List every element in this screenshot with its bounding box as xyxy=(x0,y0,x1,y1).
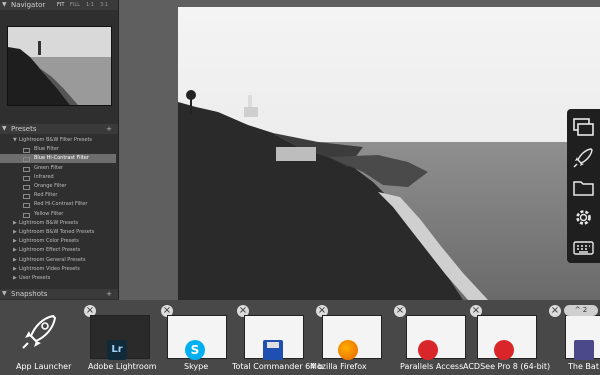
snapshots-title: Snapshots xyxy=(11,290,48,298)
photo-canvas[interactable] xyxy=(178,7,600,300)
floppy-icon xyxy=(263,340,283,360)
task-label: Skype xyxy=(184,362,209,371)
preset-label: Lightroom B&W Toned Presets xyxy=(19,229,95,235)
preset-folder[interactable]: ▶ Lightroom Effect Presets xyxy=(0,246,116,255)
preset-label: Lightroom B&W Presets xyxy=(19,219,79,226)
page-indicator[interactable]: ^ 2 xyxy=(564,305,598,316)
task-label: Adobe Lightroom xyxy=(88,362,157,371)
collapse-triangle-icon[interactable]: ▶ xyxy=(13,219,17,228)
preset-item[interactable]: Orange Filter xyxy=(0,182,116,191)
task-mozilla-firefox[interactable]: × Mozilla Firefox xyxy=(310,300,388,375)
collapse-triangle-icon[interactable]: ▼ xyxy=(2,0,7,10)
skype-icon: S xyxy=(185,340,205,360)
parallels-icon xyxy=(418,340,438,360)
rocket-icon[interactable] xyxy=(571,145,596,170)
preset-icon xyxy=(23,203,30,209)
lightroom-icon: Lr xyxy=(107,340,127,360)
collapse-triangle-icon[interactable]: ▼ xyxy=(2,289,7,299)
preset-folder[interactable]: ▼ Lightroom B&W Filter Presets xyxy=(0,136,116,145)
left-panel: ▼ Navigator FIT FILL 1:1 3:1 ▼ Presets +… xyxy=(0,0,119,300)
collapse-triangle-icon[interactable]: ▼ xyxy=(2,124,7,134)
presets-header[interactable]: ▼ Presets + xyxy=(0,124,118,134)
preset-icon xyxy=(23,212,30,218)
preset-folder[interactable]: ▶ Lightroom General Presets xyxy=(0,256,116,265)
zoom-fill-option[interactable]: FILL xyxy=(70,0,80,10)
add-preset-button[interactable]: + xyxy=(106,124,112,134)
task-parallels-access[interactable]: × Parallels Access xyxy=(392,300,468,375)
preset-item[interactable]: Green Filter xyxy=(0,164,116,173)
preset-folder[interactable]: ▶ Lightroom B&W Presets xyxy=(0,219,116,228)
add-snapshot-button[interactable]: + xyxy=(106,289,112,299)
task-acdsee-pro[interactable]: × ACDSee Pro 8 (64-bit) xyxy=(463,300,550,375)
windows-icon[interactable] xyxy=(571,115,596,140)
close-icon[interactable]: × xyxy=(549,305,561,317)
task-adobe-lightroom[interactable]: × Lr Adobe Lightroom xyxy=(84,300,157,375)
preset-icon xyxy=(23,194,30,200)
preset-item[interactable]: Blue Hi-Contrast Filter xyxy=(0,154,116,164)
task-label: App Launcher xyxy=(16,362,72,371)
preset-icon xyxy=(23,175,30,181)
gear-icon[interactable] xyxy=(571,205,596,230)
collapse-triangle-icon[interactable]: ▶ xyxy=(13,228,17,237)
preset-label: Lightroom B&W Filter Presets xyxy=(19,137,93,143)
preset-folder[interactable]: ▶ Lightroom Video Presets xyxy=(0,265,116,274)
preset-label: Infrared xyxy=(34,173,54,180)
snapshots-header[interactable]: ▼ Snapshots + xyxy=(0,289,118,299)
task-total-commander[interactable]: × Total Commander 64 b xyxy=(232,300,323,375)
preset-item[interactable]: Red Filter xyxy=(0,191,116,200)
collapse-triangle-icon[interactable]: ▶ xyxy=(13,237,17,246)
navigator-header[interactable]: ▼ Navigator FIT FILL 1:1 3:1 xyxy=(0,0,118,10)
preset-label: Orange Filter xyxy=(34,183,67,189)
preset-label: Lightroom General Presets xyxy=(19,256,86,263)
rocket-icon xyxy=(17,310,61,358)
preset-item[interactable]: Blue Filter xyxy=(0,145,116,154)
preset-label: Lightroom Effect Presets xyxy=(19,247,81,254)
acdsee-icon xyxy=(494,340,514,360)
task-label: Mozilla Firefox xyxy=(310,362,367,371)
side-dock xyxy=(567,109,600,263)
preset-label: Lightroom Video Presets xyxy=(19,265,80,272)
preset-label: Blue Hi-Contrast Filter xyxy=(34,155,89,162)
preset-item[interactable]: Infrared xyxy=(0,173,116,182)
firefox-icon xyxy=(338,340,358,360)
task-label: ACDSee Pro 8 (64-bit) xyxy=(463,362,551,371)
collapse-triangle-icon[interactable]: ▶ xyxy=(13,256,17,265)
collapse-triangle-icon[interactable]: ▶ xyxy=(13,246,17,255)
preset-label: Green Filter xyxy=(34,164,64,171)
task-label: The Bat! xyxy=(568,362,600,371)
preset-label: Lightroom Color Presets xyxy=(19,238,79,245)
navigator-preview[interactable] xyxy=(7,26,112,106)
preset-item[interactable]: Yellow Filter xyxy=(0,210,116,219)
collapse-triangle-icon[interactable]: ▶ xyxy=(13,274,17,283)
folder-icon[interactable] xyxy=(571,175,596,200)
preset-folder[interactable]: ▶ User Presets xyxy=(0,274,116,283)
task-app-launcher[interactable]: App Launcher xyxy=(0,300,78,375)
task-skype[interactable]: × S Skype xyxy=(160,300,232,375)
navigator-title: Navigator xyxy=(11,1,46,9)
task-switcher: App Launcher × Lr Adobe Lightroom × S Sk… xyxy=(0,300,600,375)
zoom-3to1-option[interactable]: 3:1 xyxy=(100,0,108,10)
preset-icon xyxy=(23,166,30,172)
keyboard-icon[interactable] xyxy=(571,235,596,260)
preset-icon xyxy=(23,185,30,190)
zoom-fit-option[interactable]: FIT xyxy=(57,0,64,10)
preset-folder[interactable]: ▶ Lightroom Color Presets xyxy=(0,237,116,246)
presets-title: Presets xyxy=(11,125,37,133)
preset-label: User Presets xyxy=(19,275,51,281)
preset-icon xyxy=(23,157,30,163)
bat-icon xyxy=(574,340,594,360)
preset-icon xyxy=(23,148,30,154)
preset-label: Red Hi-Contrast Filter xyxy=(34,201,88,208)
close-icon[interactable]: × xyxy=(394,305,406,317)
preset-item[interactable]: Red Hi-Contrast Filter xyxy=(0,200,116,209)
preset-label: Red Filter xyxy=(34,192,58,199)
zoom-1to1-option[interactable]: 1:1 xyxy=(86,0,94,10)
preset-folder[interactable]: ▶ Lightroom B&W Toned Presets xyxy=(0,228,116,237)
expand-triangle-icon[interactable]: ▼ xyxy=(13,136,17,145)
collapse-triangle-icon[interactable]: ▶ xyxy=(13,265,17,274)
preset-label: Blue Filter xyxy=(34,146,60,153)
task-label: Parallels Access xyxy=(400,362,464,371)
preset-label: Yellow Filter xyxy=(34,210,64,217)
